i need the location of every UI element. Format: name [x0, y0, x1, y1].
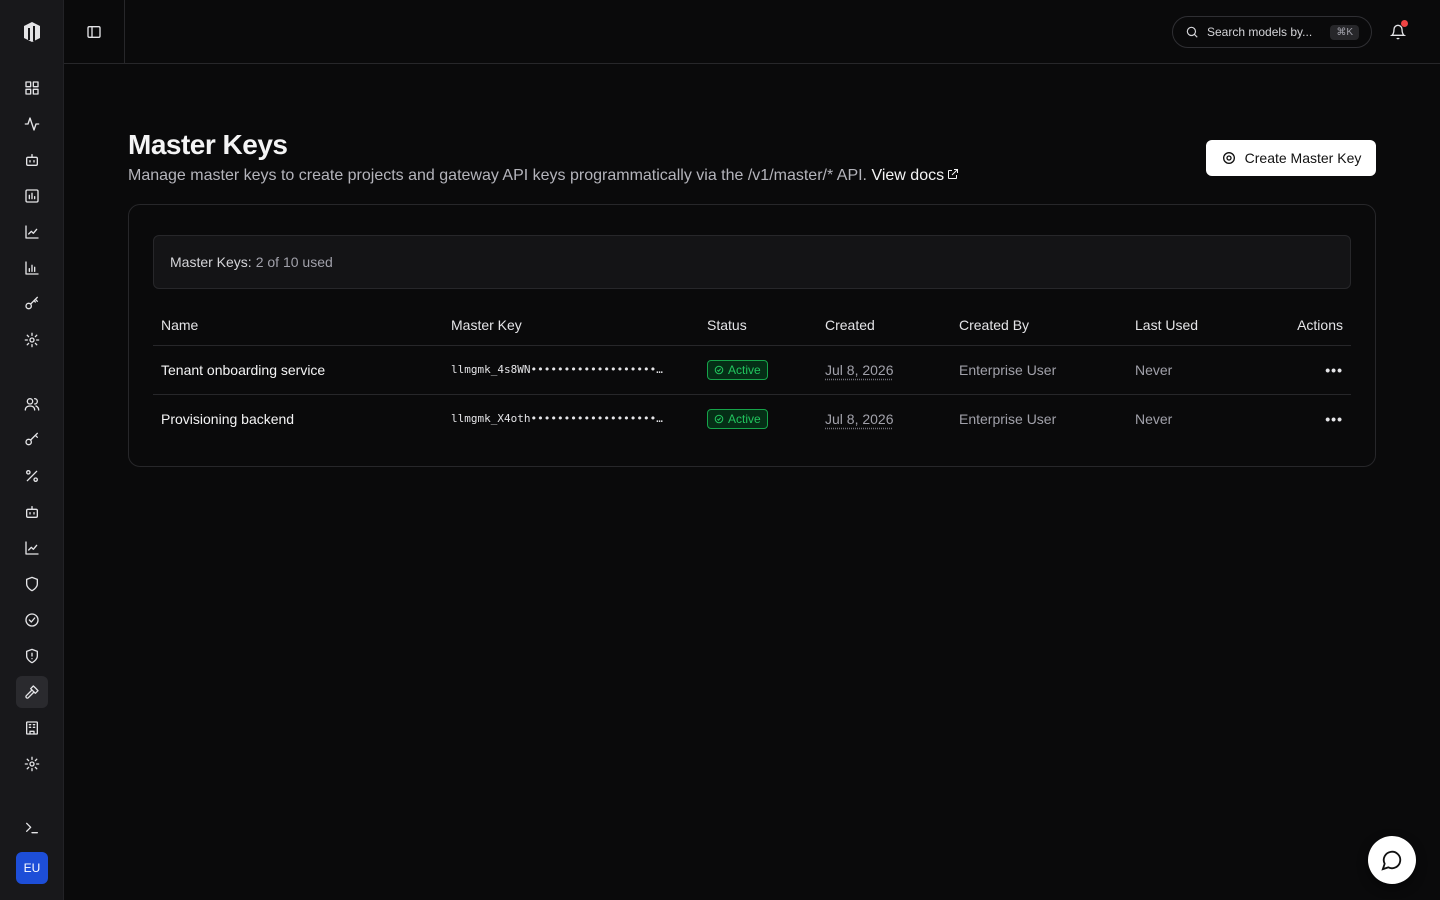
shield-alert-icon: [26, 648, 38, 664]
avatar[interactable]: EU: [16, 852, 48, 884]
sidebar-item-terminal[interactable]: [16, 812, 48, 844]
hammer-key-icon: [25, 685, 39, 699]
sidebar-item-master-keys[interactable]: [16, 676, 48, 708]
users-icon: [24, 398, 40, 411]
create-master-key-label: Create Master Key: [1244, 150, 1362, 166]
subtitle-text: Manage master keys to create projects an…: [128, 167, 867, 184]
page-title: Master Keys: [128, 129, 288, 160]
created-by: Enterprise User: [959, 410, 1057, 427]
status-cell: Active: [699, 394, 817, 443]
table-row[interactable]: Provisioning backend llmgmk_X4oth•••••••…: [153, 394, 1351, 443]
activity-icon: [24, 117, 40, 131]
sidebar-item-approvals[interactable]: [16, 604, 48, 636]
chat-icon: [1381, 850, 1402, 871]
active-circle-icon: [714, 365, 724, 374]
sidebar-item-guardrails[interactable]: [16, 640, 48, 672]
terminal-icon: [26, 822, 38, 834]
created-cell: Jul 8, 2026: [817, 394, 951, 443]
column-header-name[interactable]: Name: [153, 305, 443, 346]
search-input[interactable]: Search models by... ⌘K: [1172, 16, 1372, 48]
notifications-button[interactable]: [1386, 20, 1410, 44]
panel-left-icon: [87, 25, 101, 38]
row-actions-button[interactable]: •••: [1263, 345, 1351, 395]
sidebar-item-reports[interactable]: [16, 532, 48, 564]
sidebar-item-api-keys[interactable]: [16, 424, 48, 456]
status-cell: Active: [699, 345, 817, 395]
sidebar-item-trends[interactable]: [16, 216, 48, 248]
key-name: Tenant onboarding service: [153, 345, 443, 395]
bot-icon: [26, 154, 38, 166]
trending-icon: [25, 225, 39, 239]
sidebar-item-analytics[interactable]: [16, 252, 48, 284]
sidebar-toggle-button[interactable]: [64, 0, 125, 63]
created-cell: Jul 8, 2026: [817, 345, 951, 395]
sidebar-item-users[interactable]: [16, 388, 48, 420]
created-date: Jul 8, 2026: [825, 361, 894, 378]
usage-value: 2 of 10 used: [255, 254, 333, 270]
last-used: Never: [1135, 410, 1173, 427]
key-name: Provisioning backend: [161, 410, 295, 427]
dashboard-icon: [25, 81, 39, 95]
chat-support-button[interactable]: [1368, 836, 1416, 884]
create-master-key-button[interactable]: Create Master Key: [1206, 140, 1376, 176]
active-circle-icon: [714, 414, 724, 424]
app-logo[interactable]: [16, 16, 48, 48]
page-subtitle: Manage master keys to create projects an…: [128, 167, 959, 185]
sidebar-item-activity[interactable]: [16, 108, 48, 140]
table-row[interactable]: Tenant onboarding service llmgmk_4s8WN••…: [153, 345, 1351, 395]
top-bar: Search models by... ⌘K: [64, 0, 1440, 64]
sidebar-item-settings[interactable]: [16, 324, 48, 356]
usage-label: Master Keys:: [170, 254, 252, 270]
key-icon: [25, 432, 38, 446]
trending-icon: [25, 541, 39, 555]
usage-banner: Master Keys: 2 of 10 used: [153, 235, 1351, 289]
table-header-row: Name Master Key Status Created Created B…: [153, 305, 1351, 346]
master-keys-table: Name Master Key Status Created Created B…: [153, 305, 1351, 443]
sidebar-item-bots[interactable]: [16, 496, 48, 528]
sidebar-item-admin-settings[interactable]: [16, 748, 48, 780]
bot-icon: [26, 506, 38, 518]
column-header-last-used[interactable]: Last Used: [1127, 305, 1263, 346]
column-header-status[interactable]: Status: [699, 305, 817, 346]
bar-chart-icon: [25, 189, 39, 203]
column-header-key[interactable]: Master Key: [443, 305, 699, 346]
search-placeholder: Search models by...: [1207, 25, 1313, 39]
key-value: llmgmk_4s8WN•••••••••••••••••••…: [443, 345, 699, 395]
bar-chart-icon: [25, 261, 39, 275]
search-shortcut: ⌘K: [1330, 24, 1359, 40]
search-icon: [1186, 26, 1198, 38]
sidebar: EU: [0, 0, 64, 900]
row-actions-button[interactable]: •••: [1263, 394, 1351, 443]
key-value: llmgmk_X4oth•••••••••••••••••••…: [451, 412, 663, 426]
column-header-actions: Actions: [1263, 305, 1351, 346]
column-header-created-by[interactable]: Created By: [951, 305, 1127, 346]
status-badge: Active: [707, 408, 768, 429]
sidebar-item-metrics[interactable]: [16, 180, 48, 212]
sidebar-item-keys[interactable]: [16, 288, 48, 320]
sidebar-item-rates[interactable]: [16, 460, 48, 492]
master-keys-card: Master Keys: 2 of 10 used Name Master Ke…: [128, 204, 1376, 467]
status-badge: Active: [707, 359, 768, 380]
sidebar-item-organization[interactable]: [16, 712, 48, 744]
notification-dot: [1401, 20, 1408, 27]
percent-icon: [26, 470, 38, 482]
external-link-icon: [948, 169, 959, 179]
shield-icon: [26, 576, 38, 592]
sidebar-item-agents[interactable]: [16, 144, 48, 176]
sidebar-item-security[interactable]: [16, 568, 48, 600]
created-date: Jul 8, 2026: [825, 410, 894, 427]
created-by: Enterprise User: [951, 345, 1127, 395]
column-header-created[interactable]: Created: [817, 305, 951, 346]
gear-icon: [24, 756, 40, 772]
last-used: Never: [1127, 345, 1263, 395]
sidebar-item-dashboard[interactable]: [16, 72, 48, 104]
check-circle-icon: [25, 613, 39, 627]
key-icon: [25, 296, 38, 310]
gear-icon: [24, 332, 40, 348]
view-docs-link[interactable]: View docs: [871, 167, 959, 184]
building-icon: [26, 721, 38, 735]
gear-key-icon: [1222, 152, 1235, 164]
